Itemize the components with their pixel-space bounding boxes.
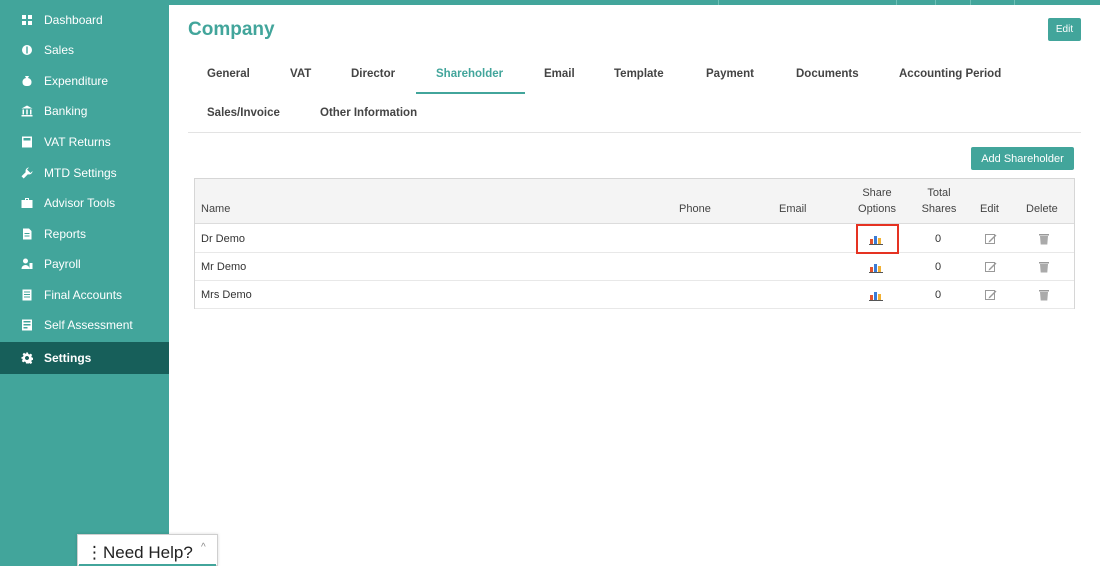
sidebar-item-settings[interactable]: Settings xyxy=(0,342,169,374)
delete-row-button[interactable] xyxy=(1038,281,1050,309)
tab-director[interactable]: Director xyxy=(351,68,395,80)
sidebar-item-payroll[interactable]: Payroll xyxy=(0,249,169,279)
trash-icon xyxy=(1039,234,1049,245)
sidebar-item-label: VAT Returns xyxy=(44,135,111,149)
table-row: Dr Demo 0 xyxy=(195,225,1074,253)
edit-row-button[interactable] xyxy=(985,281,997,309)
sidebar-item-expenditure[interactable]: Expenditure xyxy=(0,66,169,96)
column-header-share-options: Share Options xyxy=(847,185,907,217)
tab-template[interactable]: Template xyxy=(614,68,664,80)
tab-shareholder[interactable]: Shareholder xyxy=(436,68,503,80)
wrench-icon xyxy=(20,166,34,180)
column-header-total-shares: Total Shares xyxy=(911,185,967,217)
sidebar-item-sales[interactable]: Sales xyxy=(0,35,169,65)
money-icon xyxy=(20,43,34,57)
need-help-text: Need Help? xyxy=(103,543,193,562)
tab-accounting-period[interactable]: Accounting Period xyxy=(899,68,1001,80)
shareholder-table: Name Phone Email Share Options Total Sha… xyxy=(194,178,1075,309)
total-shares: 0 xyxy=(935,261,942,273)
total-shares: 0 xyxy=(935,289,942,301)
calculator-icon xyxy=(20,135,34,149)
shareholder-name: Mrs Demo xyxy=(201,289,252,301)
tab-payment[interactable]: Payment xyxy=(706,68,754,80)
sidebar-item-vat-returns[interactable]: VAT Returns xyxy=(0,127,169,157)
form-icon xyxy=(20,318,34,332)
gear-icon xyxy=(20,351,34,365)
shareholder-name: Mr Demo xyxy=(201,261,247,273)
share-options-button[interactable] xyxy=(869,253,883,281)
edit-company-button[interactable]: Edit xyxy=(1048,18,1081,41)
add-shareholder-button[interactable]: Add Shareholder xyxy=(971,147,1074,170)
sidebar-item-label: Payroll xyxy=(44,257,81,271)
sidebar-item-dashboard[interactable]: Dashboard xyxy=(0,5,169,35)
edit-icon xyxy=(985,290,997,300)
share-options-button[interactable] xyxy=(869,281,883,309)
grid-icon xyxy=(20,13,34,27)
column-header-total-shares-line1: Total xyxy=(927,187,951,199)
edit-icon xyxy=(985,234,997,244)
edit-row-button[interactable] xyxy=(985,253,997,281)
briefcase-icon xyxy=(20,196,34,210)
tabs-divider xyxy=(188,132,1081,133)
tab-other-information[interactable]: Other Information xyxy=(320,107,417,119)
sidebar-item-label: Dashboard xyxy=(44,13,103,27)
page-title: Company xyxy=(188,19,275,40)
sidebar-item-advisor-tools[interactable]: Advisor Tools xyxy=(0,188,169,218)
sidebar-item-banking[interactable]: Banking xyxy=(0,96,169,126)
tab-documents[interactable]: Documents xyxy=(796,68,859,80)
sidebar-item-label: Settings xyxy=(44,351,92,365)
share-options-highlight xyxy=(856,224,899,254)
column-header-share-options-line2: Options xyxy=(858,203,896,215)
active-tab-indicator xyxy=(416,92,525,94)
tab-sales-invoice[interactable]: Sales/Invoice xyxy=(207,107,280,119)
sidebar-item-label: Advisor Tools xyxy=(44,196,116,210)
trash-icon xyxy=(1039,262,1049,273)
sidebar-item-final-accounts[interactable]: Final Accounts xyxy=(0,280,169,310)
ledger-icon xyxy=(20,288,34,302)
chevron-up-icon[interactable]: ^ xyxy=(201,542,206,553)
sidebar-item-self-assessment[interactable]: Self Assessment xyxy=(0,310,169,340)
table-row: Mrs Demo 0 xyxy=(195,281,1074,309)
sidebar-item-label: Expenditure xyxy=(44,74,109,88)
total-shares: 0 xyxy=(935,233,942,245)
edit-icon xyxy=(985,262,997,272)
sidebar-item-label: Reports xyxy=(44,227,87,241)
delete-row-button[interactable] xyxy=(1038,253,1050,281)
sidebar: Dashboard Sales Expenditure Banking VAT … xyxy=(0,5,169,566)
column-header-email: Email xyxy=(779,203,807,215)
column-header-name: Name xyxy=(201,203,231,215)
report-icon xyxy=(20,227,34,241)
sidebar-item-mtd-settings[interactable]: MTD Settings xyxy=(0,158,169,188)
sidebar-item-label: MTD Settings xyxy=(44,166,117,180)
delete-row-button[interactable] xyxy=(1038,225,1050,253)
need-help-widget[interactable]: ⋮Need Help? ^ xyxy=(77,534,218,566)
moneybag-icon xyxy=(20,74,34,88)
share-options-icon xyxy=(869,264,883,273)
sidebar-item-label: Sales xyxy=(44,43,75,57)
column-header-total-shares-line2: Shares xyxy=(921,203,957,215)
sidebar-item-reports[interactable]: Reports xyxy=(0,219,169,249)
column-header-edit: Edit xyxy=(980,203,999,215)
table-row: Mr Demo 0 xyxy=(195,253,1074,281)
trash-icon xyxy=(1039,290,1049,301)
edit-row-button[interactable] xyxy=(985,225,997,253)
shareholder-name: Dr Demo xyxy=(201,233,246,245)
tab-email[interactable]: Email xyxy=(544,68,575,80)
main-content: Company Edit General VAT Director Shareh… xyxy=(169,5,1100,566)
column-header-share-options-line1: Share xyxy=(862,187,892,199)
table-header: Name Phone Email Share Options Total Sha… xyxy=(195,179,1074,224)
bank-icon xyxy=(20,104,34,118)
column-header-phone: Phone xyxy=(679,203,711,215)
sidebar-item-label: Self Assessment xyxy=(44,318,133,332)
payroll-icon xyxy=(20,257,34,271)
column-header-delete: Delete xyxy=(1026,203,1058,215)
need-help-label: ⋮Need Help? xyxy=(86,543,193,562)
share-options-icon xyxy=(869,292,883,301)
sidebar-item-label: Final Accounts xyxy=(44,288,123,302)
tab-general[interactable]: General xyxy=(207,68,250,80)
sidebar-item-label: Banking xyxy=(44,104,88,118)
tab-vat[interactable]: VAT xyxy=(290,68,311,80)
